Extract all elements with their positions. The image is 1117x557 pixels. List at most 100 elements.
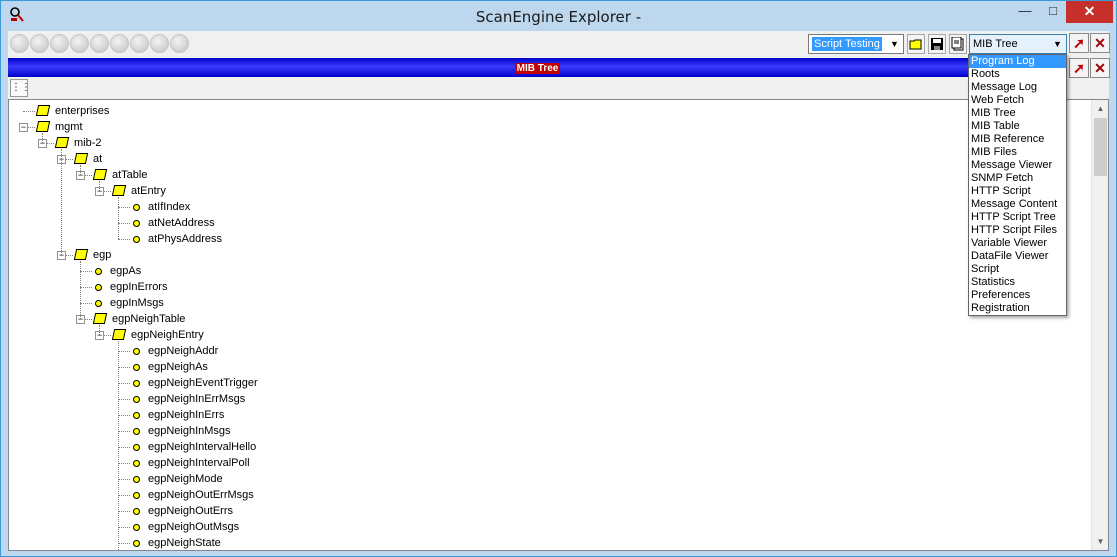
open-folder-button[interactable] [907,34,925,54]
tree-node[interactable]: egpNeighEventTrigger [9,375,1089,391]
tree-connector [42,133,43,143]
dropdown-item[interactable]: Web Fetch [969,94,1066,107]
tree-connector [99,181,100,191]
close-icon: ✕ [1094,35,1106,51]
tree-node[interactable]: egpNeighInErrs [9,407,1089,423]
dropdown-item[interactable]: Message Log [969,81,1066,94]
tree-node-label: egpNeighIntervalHello [148,441,257,453]
dropdown-item[interactable]: Variable Viewer [969,237,1066,250]
tree-node[interactable]: − atTable [9,167,1089,183]
tree-node[interactable]: egpNeighOutErrs [9,503,1089,519]
dropdown-item[interactable]: HTTP Script [969,185,1066,198]
dropdown-item[interactable]: Statistics [969,276,1066,289]
tree-node[interactable]: egpNeighInMsgs [9,423,1089,439]
view-select-value: MIB Tree [973,38,1018,50]
window-title: ScanEngine Explorer - [475,8,642,26]
dropdown-item[interactable]: Preferences [969,289,1066,302]
tree-node[interactable]: egpInMsgs [9,295,1089,311]
leaf-node-icon [133,492,140,499]
scroll-up-icon[interactable]: ▲ [1092,100,1108,117]
dropdown-item[interactable]: Script [969,263,1066,276]
tree-node[interactable]: egpNeighOutErrMsgs [9,487,1089,503]
chevron-down-icon[interactable]: ▼ [1049,35,1066,53]
scrollbar-thumb[interactable] [1094,118,1107,176]
folder-icon [73,249,89,260]
view-select[interactable]: MIB Tree ▼ [969,34,1067,54]
status-light-icon[interactable] [50,34,69,53]
tree-node-label: enterprises [55,105,110,117]
tree-node[interactable]: egpNeighOutMsgs [9,519,1089,535]
chevron-down-icon[interactable]: ▼ [886,35,903,53]
copy-button[interactable] [949,34,967,54]
tree-node-label: egpNeighOutErrMsgs [148,489,254,501]
tree-node[interactable]: egpNeighState [9,535,1089,550]
tree-node[interactable]: − egp [9,247,1089,263]
tree-node[interactable]: atPhysAddress [9,231,1089,247]
folder-icon [54,137,70,148]
tree-node[interactable]: − at [9,151,1089,167]
folder-icon [73,153,89,164]
status-light-icon[interactable] [70,34,89,53]
tree-node[interactable]: egpNeighIntervalPoll [9,455,1089,471]
mib-tree[interactable]: enterprises − mgmt − mib-2− at − atTable − atEntr… [9,100,1091,550]
tree-tool-button[interactable]: ⋮⋮ [10,79,31,97]
save-button[interactable] [928,34,946,54]
tree-node[interactable]: atNetAddress [9,215,1089,231]
status-light-icon[interactable] [90,34,109,53]
tree-node[interactable]: egpInErrors [9,279,1089,295]
tree-node[interactable]: enterprises [9,103,1089,119]
delete-button[interactable]: ✕ [1090,33,1110,53]
title-bar[interactable]: ScanEngine Explorer - — □ ✕ [1,1,1116,31]
view-header-label: MIB Tree [514,63,561,74]
dropdown-item[interactable]: Message Viewer [969,159,1066,172]
status-light-icon[interactable] [10,34,29,53]
tree-node-label: egpNeighAddr [148,345,219,357]
dropdown-item[interactable]: Message Content [969,198,1066,211]
collapse-icon[interactable]: − [19,123,28,132]
dropdown-item[interactable]: MIB Files [969,146,1066,159]
close-icon[interactable]: ✕ [1066,1,1113,23]
leaf-node-icon [133,476,140,483]
leaf-node-icon [133,220,140,227]
edit-view-button[interactable]: ➚ [1069,58,1089,78]
dropdown-item[interactable]: MIB Table [969,120,1066,133]
status-light-icon[interactable] [110,34,129,53]
tree-node[interactable]: egpNeighAs [9,359,1089,375]
status-light-icon[interactable] [150,34,169,53]
dropdown-item[interactable]: DataFile Viewer [969,250,1066,263]
dropdown-item[interactable]: SNMP Fetch [969,172,1066,185]
status-light-icon[interactable] [130,34,149,53]
tree-node[interactable]: − mgmt [9,119,1089,135]
tree-node[interactable]: − mib-2 [9,135,1089,151]
tree-node[interactable]: egpNeighIntervalHello [9,439,1089,455]
close-view-button[interactable]: ✕ [1090,58,1110,78]
tree-node[interactable]: atIfIndex [9,199,1089,215]
tree-node-label: egpNeighInErrs [148,409,225,421]
status-light-icon[interactable] [30,34,49,53]
dropdown-item[interactable]: HTTP Script Tree [969,211,1066,224]
folder-icon [92,313,108,324]
tree-node[interactable]: egpAs [9,263,1089,279]
vertical-scrollbar[interactable]: ▲ ▼ [1091,100,1108,550]
tree-node[interactable]: egpNeighAddr [9,343,1089,359]
tree-node[interactable]: − egpNeighTable [9,311,1089,327]
dropdown-item[interactable]: MIB Reference [969,133,1066,146]
tree-node-label: egpAs [110,265,142,277]
dropdown-item[interactable]: HTTP Script Files [969,224,1066,237]
tree-node[interactable]: − egpNeighEntry [9,327,1089,343]
edit-button[interactable]: ➚ [1069,33,1089,53]
status-light-icon[interactable] [170,34,189,53]
scroll-down-icon[interactable]: ▼ [1092,533,1108,550]
dropdown-item[interactable]: Roots [969,68,1066,81]
dropdown-item[interactable]: Program Log [969,55,1066,68]
dropdown-item[interactable]: Registration [969,302,1066,315]
dropdown-item[interactable]: MIB Tree [969,107,1066,120]
tree-node[interactable]: egpNeighInErrMsgs [9,391,1089,407]
script-select[interactable]: Script Testing ▼ [808,34,904,54]
tree-node[interactable]: − atEntry [9,183,1089,199]
minimize-icon[interactable]: — [1011,1,1039,23]
tree-node-label: at [93,153,103,165]
tree-node[interactable]: egpNeighMode [9,471,1089,487]
view-dropdown-list[interactable]: Program Log Roots Message Log Web Fetch MIB … [968,54,1067,316]
maximize-icon[interactable]: □ [1039,1,1067,23]
